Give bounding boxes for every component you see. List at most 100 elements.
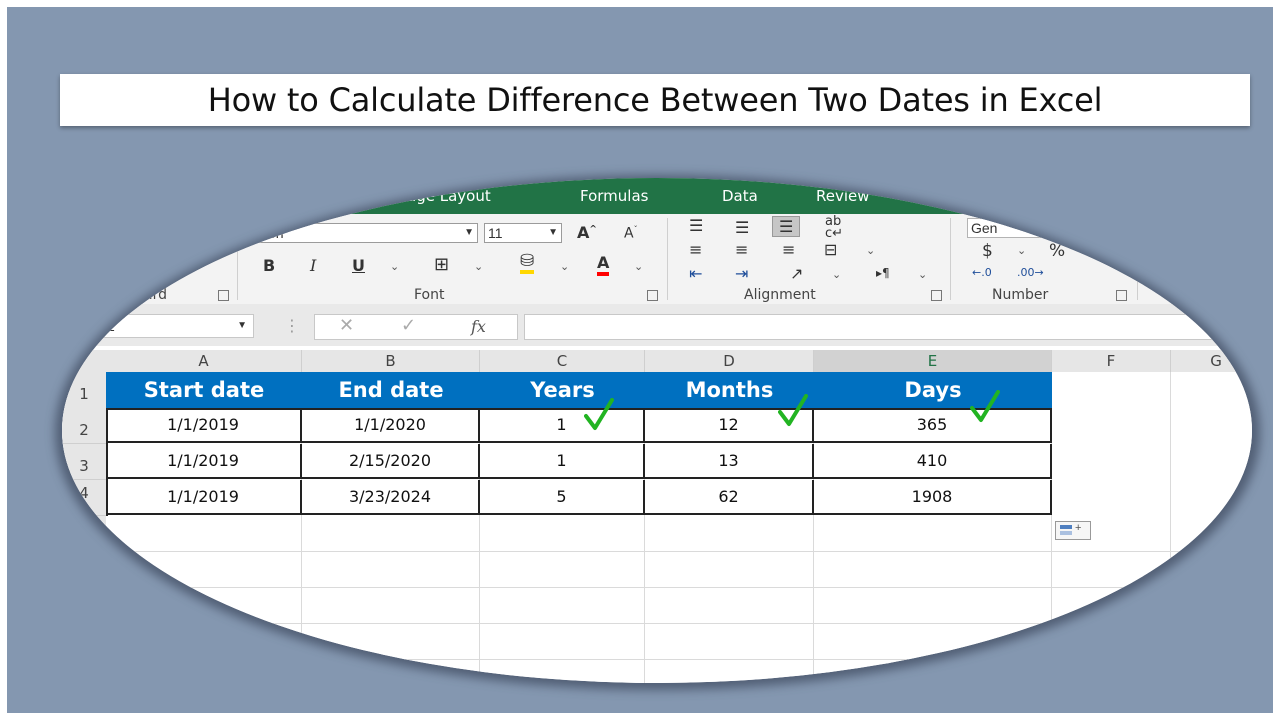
alignment-launcher-icon[interactable] (931, 290, 942, 301)
orientation-icon[interactable]: ↗ (790, 264, 803, 283)
quick-analysis-icon[interactable]: + (1055, 521, 1091, 540)
row-header-4[interactable]: 4 (62, 480, 106, 516)
wrap-text-icon[interactable]: ab c↵ (825, 215, 843, 240)
fill-color-icon[interactable]: ⛁ (520, 252, 535, 274)
title-banner: How to Calculate Difference Between Two … (60, 74, 1250, 126)
select-all-corner[interactable] (62, 350, 106, 372)
table-cell[interactable]: 3/23/2024 (302, 480, 480, 515)
header-start-date[interactable]: Start date (106, 372, 302, 408)
chevron-down-icon[interactable]: ⌄ (1017, 244, 1026, 257)
enter-icon[interactable]: ✓ (401, 315, 416, 336)
italic-icon[interactable]: I (310, 256, 316, 275)
header-days[interactable]: Days (814, 372, 1052, 408)
chevron-down-icon[interactable]: ⌄ (634, 260, 643, 273)
font-launcher-icon[interactable] (647, 290, 658, 301)
column-header-d[interactable]: D (645, 350, 814, 372)
row-header-2[interactable]: 2 (62, 408, 106, 444)
font-name-select[interactable]: alibri ▼ (250, 223, 478, 243)
column-header-a[interactable]: A (106, 350, 302, 372)
page-title: How to Calculate Difference Between Two … (207, 81, 1103, 119)
merge-center-icon[interactable]: ⊟ (824, 240, 837, 259)
table-cell[interactable]: 1 (480, 444, 645, 479)
tab-review[interactable]: Review (816, 187, 870, 205)
table-cell[interactable]: 410 (814, 444, 1052, 479)
table-cell[interactable]: 1/1/2019 (106, 444, 302, 479)
increase-indent-icon[interactable]: ⇥ (735, 264, 748, 283)
ribbon-separator (237, 218, 238, 300)
chevron-down-icon[interactable]: ⌄ (866, 244, 875, 257)
table-cell[interactable]: 1/1/2019 (106, 408, 302, 443)
currency-icon[interactable]: $ (982, 241, 993, 261)
row-headers-empty (62, 516, 106, 683)
chevron-down-icon[interactable]: ⌄ (474, 260, 483, 273)
header-end-date[interactable]: End date (302, 372, 480, 408)
checkmark-icon (970, 390, 1000, 422)
font-color-icon[interactable]: A (597, 254, 610, 276)
number-format-select[interactable]: Gen (967, 218, 1117, 238)
worksheet-grid: A B C D E F G 1 2 3 4 Start date End dat… (62, 346, 1252, 683)
name-box[interactable]: 2 ▼ (102, 314, 254, 338)
increase-decimal-icon[interactable]: ←.0 (972, 266, 992, 279)
table-cell[interactable]: 365 (814, 408, 1052, 443)
column-header-b[interactable]: B (302, 350, 480, 372)
decrease-indent-icon[interactable]: ⇤ (689, 264, 702, 283)
table-cell[interactable]: 1/1/2019 (106, 480, 302, 515)
bold-icon[interactable]: B (263, 256, 275, 275)
table-cell[interactable]: 2/15/2020 (302, 444, 480, 479)
clipboard-launcher-icon[interactable] (218, 290, 229, 301)
column-header-c[interactable]: C (480, 350, 645, 372)
table-cell[interactable]: 1908 (814, 480, 1052, 515)
chevron-down-icon[interactable]: ⌄ (390, 260, 399, 273)
column-header-e[interactable]: E (814, 350, 1052, 374)
table-cell[interactable]: 1 (480, 408, 645, 443)
row-header-1[interactable]: 1 (62, 372, 106, 409)
formula-actions: ✕ ✓ fx (314, 314, 518, 340)
borders-icon[interactable]: ⊞ (434, 254, 449, 275)
table-cell[interactable]: 1/1/2020 (302, 408, 480, 443)
chevron-down-icon[interactable]: ⌄ (918, 268, 927, 281)
ribbon-toolbar: ard alibri ▼ 11 ▼ A^ Aˇ B I U ⌄ ⊞ ⌄ ⛁ ⌄ … (62, 214, 1252, 305)
text-direction-icon[interactable]: ▸¶ (876, 266, 890, 280)
number-launcher-icon[interactable] (1116, 290, 1127, 301)
align-left-icon[interactable]: ≡ (689, 240, 702, 259)
clipboard-group-label: ard (144, 287, 167, 303)
chevron-down-icon: ▼ (237, 320, 247, 331)
align-right-icon[interactable]: ≡ (782, 240, 795, 259)
ribbon-separator (667, 218, 668, 300)
row-header-3[interactable]: 3 (62, 444, 106, 480)
grow-font-icon[interactable]: A^ (577, 223, 597, 242)
header-years[interactable]: Years (480, 372, 645, 408)
cancel-icon[interactable]: ✕ (339, 315, 354, 336)
number-format-value: Gen (971, 220, 998, 236)
more-options-icon[interactable]: ⋮ (284, 316, 300, 335)
tab-formulas[interactable]: Formulas (580, 187, 648, 205)
tab-data[interactable]: Data (722, 187, 758, 205)
align-middle-icon[interactable]: ☰ (735, 218, 749, 237)
align-center-icon[interactable]: ≡ (735, 240, 748, 259)
column-header-f[interactable]: F (1052, 350, 1171, 372)
column-header-g[interactable]: G (1171, 350, 1252, 372)
chevron-down-icon: ▼ (548, 227, 558, 238)
checkmark-icon (584, 398, 614, 430)
align-top-icon[interactable]: ☰ (689, 216, 703, 235)
align-bottom-icon[interactable]: ☰ (772, 216, 801, 237)
formula-input[interactable] (524, 314, 1246, 340)
decrease-decimal-icon[interactable]: .00→ (1017, 266, 1044, 279)
table-cell[interactable]: 13 (645, 444, 814, 479)
number-group-label: Number (992, 287, 1049, 303)
chevron-down-icon[interactable]: ⌄ (832, 268, 841, 281)
font-size-value: 11 (488, 225, 503, 241)
shrink-font-icon[interactable]: Aˇ (624, 225, 638, 242)
insert-function-icon[interactable]: fx (471, 317, 486, 336)
chevron-down-icon[interactable]: ⌄ (560, 260, 569, 273)
formula-bar: 2 ▼ ⋮ ✕ ✓ fx (62, 304, 1252, 346)
table-cell[interactable]: 62 (645, 480, 814, 515)
checkmark-icon (778, 394, 808, 426)
alignment-group-label: Alignment (744, 287, 816, 303)
ribbon-tab-bar: age Layout Formulas Data Review (62, 178, 1252, 214)
underline-icon[interactable]: U (352, 256, 365, 275)
table-cell[interactable]: 5 (480, 480, 645, 515)
tab-page-layout[interactable]: age Layout (407, 187, 491, 205)
font-size-select[interactable]: 11 ▼ (484, 223, 562, 243)
percent-icon[interactable]: % (1049, 241, 1065, 261)
